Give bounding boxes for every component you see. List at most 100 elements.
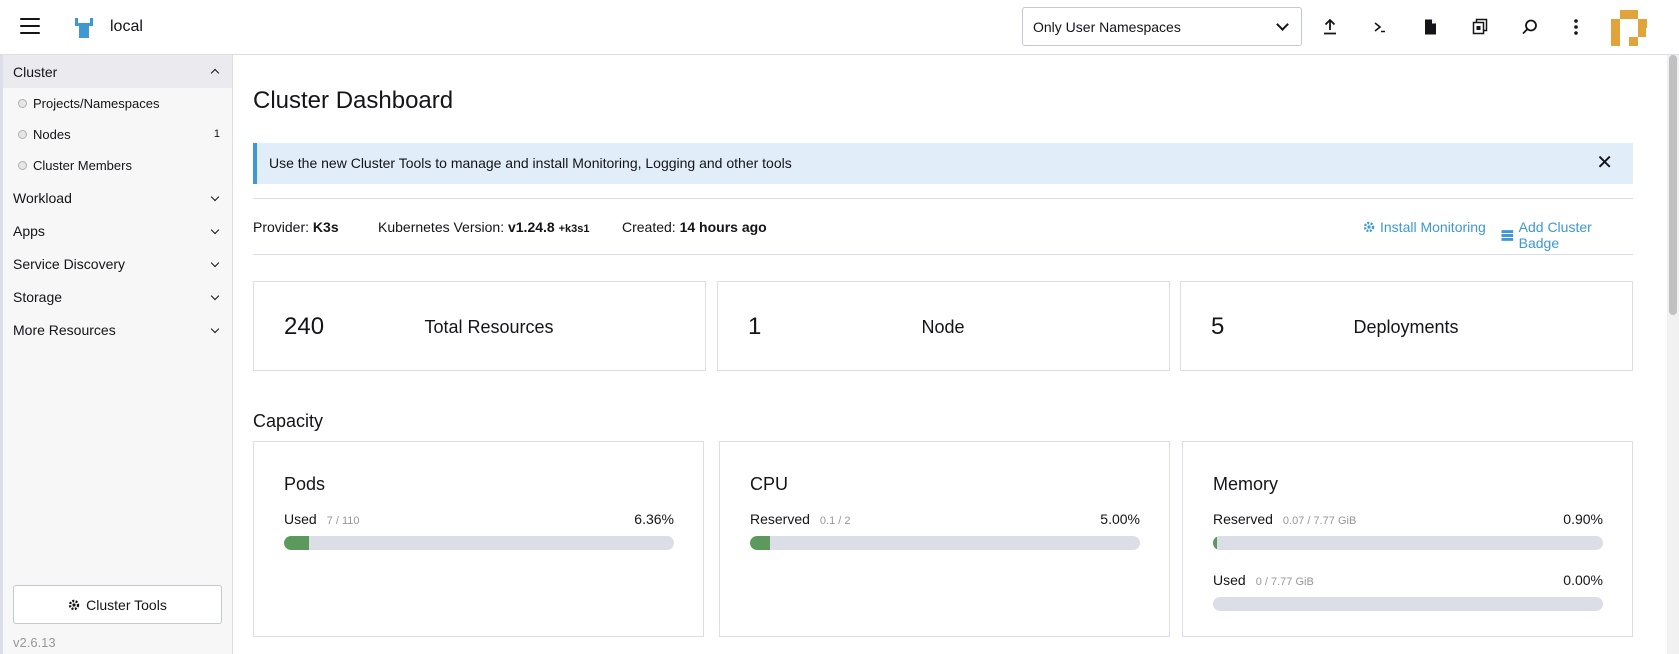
cluster-meta: Provider: K3s Kubernetes Version: v1.24.… <box>253 198 1633 255</box>
cluster-icon[interactable] <box>72 16 96 40</box>
pods-gauge-card: Pods Used 7 / 110 6.36% <box>253 441 704 637</box>
sidebar-group-label: Apps <box>13 223 45 239</box>
gauge-title: Pods <box>284 474 326 494</box>
gauge-row-percent: 0.00% <box>1563 572 1603 588</box>
gear-icon <box>1363 221 1375 233</box>
memory-gauge-card: Memory Reserved 0.07 / 7.77 GiB 0.90% Use… <box>1182 441 1633 637</box>
shell-icon[interactable] <box>1366 14 1394 40</box>
created-info: Created: 14 hours ago <box>622 219 767 235</box>
gauge-row-detail: 0 / 7.77 GiB <box>1255 576 1314 588</box>
provider-info: Provider: K3s <box>253 219 339 235</box>
sidebar-group-label: Cluster <box>13 64 58 80</box>
kubernetes-version-info: Kubernetes Version: v1.24.8 +k3s1 <box>378 219 590 235</box>
progress-bar <box>1213 536 1603 550</box>
cpu-gauge-card: CPU Reserved 0.1 / 2 5.00% <box>719 441 1170 637</box>
stat-card-deployments[interactable]: 5 Deployments <box>1180 281 1633 371</box>
page-scrollbar[interactable] <box>1667 55 1679 654</box>
scrollbar-thumb[interactable] <box>1669 55 1677 315</box>
gauge-title: CPU <box>750 474 789 494</box>
sidebar-item-nodes[interactable]: Nodes 1 <box>3 119 232 150</box>
gauge-row: Reserved 0.1 / 2 5.00% <box>750 511 1140 550</box>
chevron-down-icon <box>210 258 220 268</box>
cluster-tools-label: Cluster Tools <box>86 596 167 613</box>
chevron-down-icon <box>210 192 220 202</box>
gear-icon <box>68 599 80 610</box>
progress-fill <box>284 536 309 550</box>
info-banner: Use the new Cluster Tools to manage and … <box>253 143 1633 184</box>
banner-text: Use the new Cluster Tools to manage and … <box>269 155 792 171</box>
version-label: v2.6.13 <box>13 635 56 650</box>
cluster-name[interactable]: local <box>110 18 143 36</box>
sidebar-group-workload[interactable]: Workload <box>3 181 232 214</box>
capacity-title: Capacity <box>253 411 324 431</box>
gauge-row-detail: 0.1 / 2 <box>819 515 851 527</box>
stat-label: Node <box>921 317 965 337</box>
stat-card-node[interactable]: 1 Node <box>717 281 1170 371</box>
cluster-tools-button[interactable]: Cluster Tools <box>13 585 222 624</box>
sidebar-group-label: Workload <box>13 190 72 206</box>
sidebar-group-service-discovery[interactable]: Service Discovery <box>3 247 232 280</box>
gauge-row: Used 7 / 110 6.36% <box>284 511 674 550</box>
resource-dot-icon <box>18 161 27 170</box>
search-icon[interactable] <box>1516 14 1544 40</box>
top-header: local Only User Namespaces <box>0 0 1679 55</box>
stat-value: 5 <box>1211 313 1225 340</box>
gauge-row-percent: 0.90% <box>1563 511 1603 527</box>
file-icon[interactable] <box>1416 14 1444 40</box>
sidebar-item-count: 1 <box>213 128 220 140</box>
sidebar-group-cluster[interactable]: Cluster <box>3 55 232 88</box>
chevron-down-icon <box>1276 18 1289 31</box>
sidebar-item-label: Nodes <box>33 127 71 142</box>
menu-icon[interactable] <box>20 18 40 34</box>
progress-bar <box>284 536 674 550</box>
gauge-row-detail: 7 / 110 <box>326 515 360 527</box>
progress-fill <box>1213 536 1217 550</box>
gauge-title: Memory <box>1213 474 1279 494</box>
chevron-down-icon <box>210 324 220 334</box>
sidebar-item-label: Cluster Members <box>33 158 132 173</box>
gauge-row-label: Used <box>1213 572 1246 588</box>
close-icon[interactable]: ✕ <box>1596 153 1613 173</box>
gauge-row: Reserved 0.07 / 7.77 GiB 0.90% <box>1213 511 1603 550</box>
add-cluster-badge-link[interactable]: Add Cluster Badge <box>1501 219 1633 251</box>
stat-label: Total Resources <box>424 317 554 337</box>
badge-icon <box>1501 229 1514 241</box>
sidebar-group-more-resources[interactable]: More Resources <box>3 313 232 346</box>
stat-label: Deployments <box>1353 317 1459 337</box>
sidebar-item-cluster-members[interactable]: Cluster Members <box>3 150 232 181</box>
chevron-up-icon <box>210 68 220 78</box>
stat-value: 1 <box>748 313 762 340</box>
install-monitoring-link[interactable]: Install Monitoring <box>1363 219 1486 235</box>
gauge-row-percent: 6.36% <box>634 511 674 527</box>
progress-fill <box>750 536 770 550</box>
namespace-filter-value: Only User Namespaces <box>1033 19 1181 35</box>
sidebar: Cluster Projects/Namespaces Nodes 1 Clus… <box>0 55 233 654</box>
resource-dot-icon <box>18 99 27 108</box>
upload-icon[interactable] <box>1316 14 1344 40</box>
sidebar-group-storage[interactable]: Storage <box>3 280 232 313</box>
more-vertical-icon[interactable] <box>1562 14 1590 40</box>
stat-value: 240 <box>284 313 325 340</box>
user-avatar[interactable] <box>1611 10 1647 46</box>
gauge-row: Used 0 / 7.77 GiB 0.00% <box>1213 572 1603 611</box>
resource-dot-icon <box>18 130 27 139</box>
progress-bar <box>1213 597 1603 611</box>
sidebar-item-label: Projects/Namespaces <box>33 96 160 111</box>
namespace-filter-select[interactable]: Only User Namespaces <box>1022 7 1302 46</box>
chevron-down-icon <box>210 225 220 235</box>
page-title: Cluster Dashboard <box>253 87 454 114</box>
gauge-row-label: Reserved <box>1213 511 1273 527</box>
chevron-down-icon <box>210 291 220 301</box>
gauge-row-label: Used <box>284 511 317 527</box>
sidebar-item-projects-namespaces[interactable]: Projects/Namespaces <box>3 88 232 119</box>
copy-config-icon[interactable] <box>1466 14 1494 40</box>
sidebar-group-apps[interactable]: Apps <box>3 214 232 247</box>
gauge-row-percent: 5.00% <box>1100 511 1140 527</box>
gauge-row-detail: 0.07 / 7.77 GiB <box>1282 515 1357 527</box>
gauge-row-label: Reserved <box>750 511 810 527</box>
stat-card-total-resources[interactable]: 240 Total Resources <box>253 281 706 371</box>
sidebar-group-label: Storage <box>13 289 63 305</box>
sidebar-group-label: More Resources <box>13 322 116 338</box>
sidebar-group-label: Service Discovery <box>13 256 126 272</box>
progress-bar <box>750 536 1140 550</box>
